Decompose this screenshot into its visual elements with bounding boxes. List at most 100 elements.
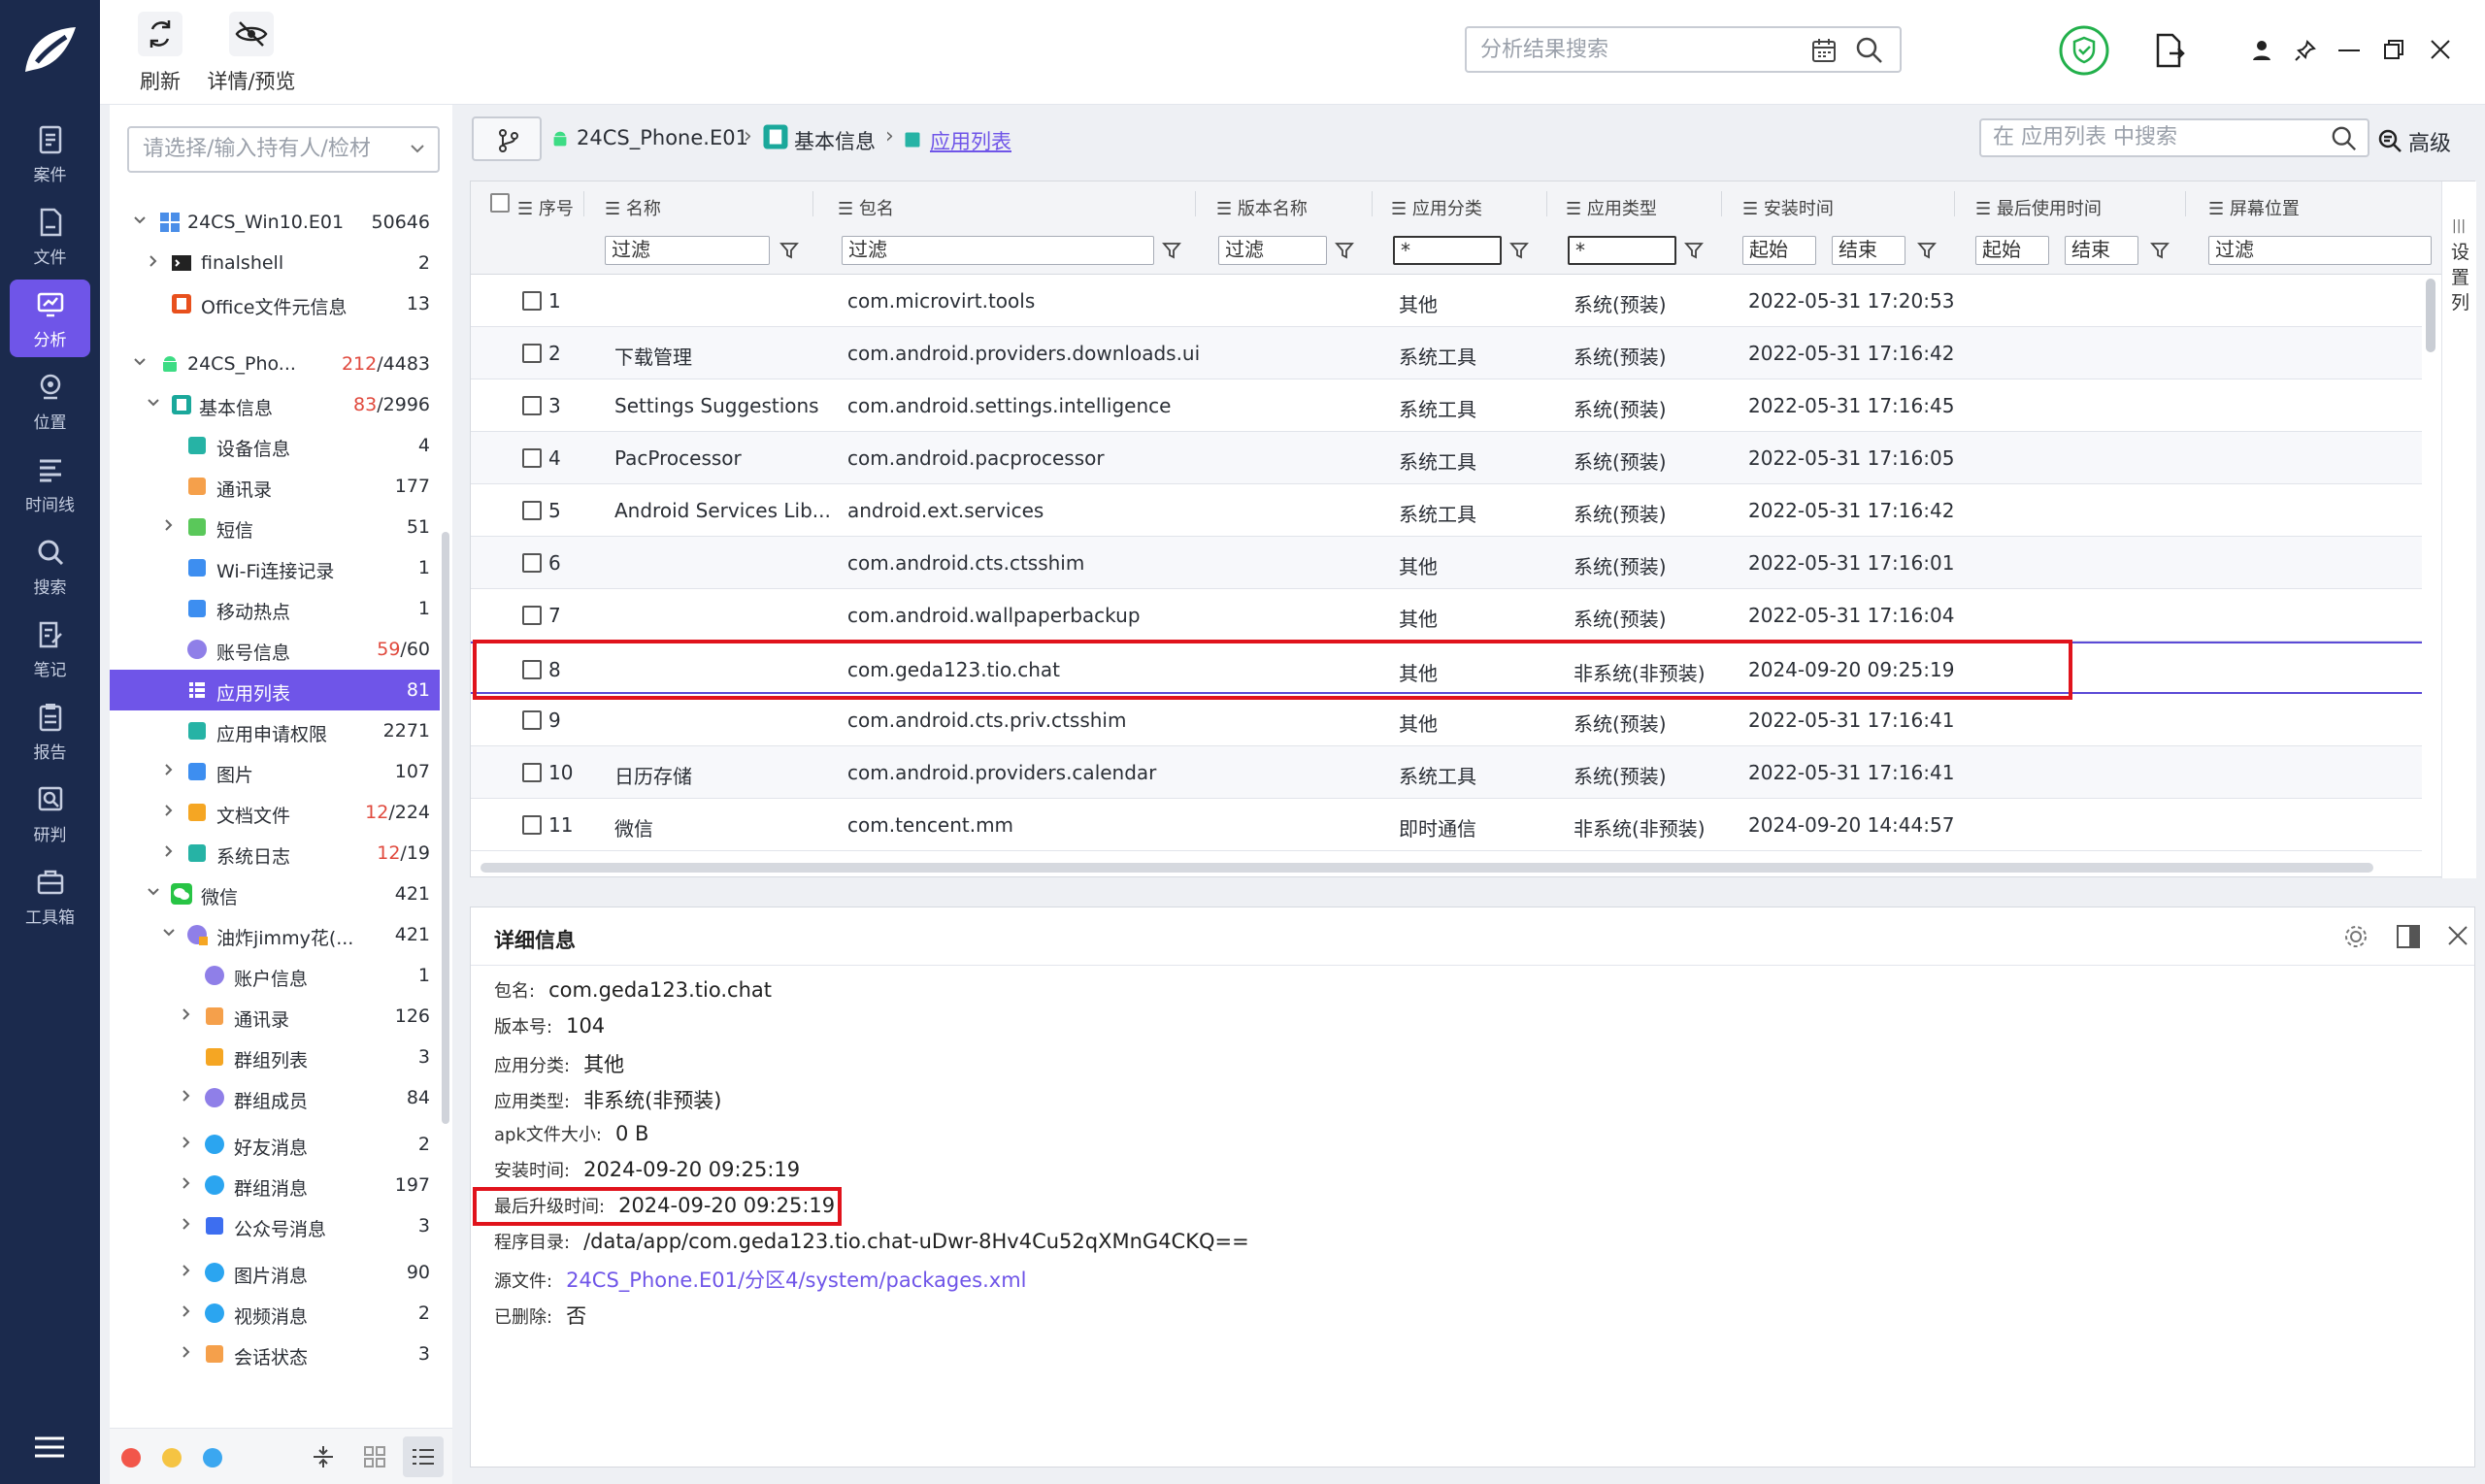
branch-button[interactable] [472, 116, 542, 161]
nav-location[interactable]: 位置 [10, 362, 90, 440]
col-header-last-use[interactable]: ☰ 最后使用时间 [1975, 195, 2102, 220]
chevron-right-icon[interactable] [180, 1176, 193, 1190]
table-row[interactable]: 7 com.android.wallpaperbackup 其他 系统(预装) … [471, 589, 2422, 642]
tree-item-finalshell[interactable]: finalshell 2 [110, 243, 440, 283]
tree-item-syslog[interactable]: 系统日志 12/19 [110, 833, 440, 874]
col-header-install-time[interactable]: ☰ 安装时间 [1742, 195, 1834, 220]
breadcrumb-device[interactable]: 24CS_Phone.E01 [577, 126, 748, 149]
tree-item-wechat-user[interactable]: 油炸jimmy花(... 421 [110, 914, 440, 955]
close-icon[interactable] [2447, 925, 2468, 946]
list-view-button[interactable] [403, 1436, 444, 1477]
filter-icon[interactable] [779, 241, 799, 260]
breadcrumb-current[interactable]: 应用列表 [930, 126, 1011, 155]
filter-icon[interactable] [1684, 241, 1704, 260]
tree-item-wx-members[interactable]: 群组成员 84 [110, 1077, 440, 1118]
restore-icon[interactable] [2383, 39, 2404, 60]
row-checkbox[interactable] [522, 815, 542, 835]
col-header-type[interactable]: ☰ 应用类型 [1566, 195, 1657, 220]
panel-layout-icon[interactable] [2395, 923, 2422, 950]
filter-lastuse-start[interactable]: 起始 [1975, 236, 2049, 265]
nav-analysis[interactable]: 分析 [10, 280, 90, 357]
nav-note[interactable]: 笔记 [10, 610, 90, 687]
chevron-down-icon[interactable] [162, 926, 176, 940]
filter-icon[interactable] [2150, 241, 2170, 260]
col-header-screen[interactable]: ☰ 屏幕位置 [2208, 195, 2300, 220]
list-search-input[interactable] [1993, 125, 2303, 149]
user-icon[interactable] [2250, 39, 2273, 62]
tree-item-sms[interactable]: 短信 51 [110, 507, 440, 547]
tree-item-wx-image-msg[interactable]: 图片消息 90 [110, 1252, 440, 1293]
search-icon[interactable] [2331, 125, 2358, 152]
tree-item-wx-official-msg[interactable]: 公众号消息 3 [110, 1205, 440, 1246]
table-row[interactable]: 6 com.android.cts.ctsshim 其他 系统(预装) 2022… [471, 537, 2422, 589]
row-checkbox[interactable] [522, 710, 542, 730]
col-header-version[interactable]: ☰ 版本名称 [1216, 195, 1308, 220]
chevron-right-icon[interactable] [162, 804, 176, 817]
tree-item-win10[interactable]: 24CS_Win10.E01 50646 [110, 202, 440, 243]
collapse-icon[interactable] [312, 1444, 335, 1469]
close-icon[interactable] [2430, 39, 2451, 60]
tree-item-basic-info[interactable]: 基本信息 83/2996 [110, 384, 440, 425]
tree-item-device-info[interactable]: 设备信息 4 [110, 425, 440, 466]
breadcrumb-category[interactable]: 基本信息 [794, 126, 876, 155]
row-checkbox[interactable] [522, 344, 542, 363]
filter-icon[interactable] [1162, 241, 1181, 260]
row-checkbox[interactable] [522, 501, 542, 520]
export-icon[interactable] [2150, 32, 2187, 69]
tree-item-office-meta[interactable]: Office文件元信息 13 [110, 283, 440, 324]
chevron-right-icon[interactable] [180, 1345, 193, 1359]
tree-item-hotspot[interactable]: 移动热点 1 [110, 588, 440, 629]
filter-category[interactable]: * [1393, 236, 1502, 265]
filter-screen[interactable]: 过滤 [2208, 236, 2432, 265]
table-row[interactable]: 4 PacProcessor com.android.pacprocessor … [471, 432, 2422, 484]
chevron-right-icon[interactable] [180, 1304, 193, 1318]
row-checkbox[interactable] [522, 763, 542, 782]
table-row[interactable]: 1 com.microvirt.tools 其他 系统(预装) 2022-05-… [471, 275, 2422, 327]
search-icon[interactable] [1855, 36, 1884, 65]
table-vertical-scrollbar[interactable] [2426, 279, 2435, 352]
table-horizontal-scrollbar[interactable] [480, 863, 2373, 873]
tree-item-wechat[interactable]: 微信 421 [110, 874, 440, 914]
filter-lastuse-end[interactable]: 结束 [2065, 236, 2138, 265]
table-row[interactable]: 3 Settings Suggestions com.android.setti… [471, 379, 2422, 432]
tree-item-wx-session[interactable]: 会话状态 3 [110, 1334, 440, 1374]
filter-version[interactable]: 过滤 [1218, 236, 1327, 265]
chevron-right-icon[interactable] [147, 254, 160, 268]
nav-toolbox[interactable]: 工具箱 [10, 857, 90, 935]
grid-view-icon[interactable] [364, 1446, 385, 1468]
chevron-right-icon[interactable] [162, 844, 176, 858]
filter-package[interactable]: 过滤 [842, 236, 1154, 265]
filter-icon[interactable] [1917, 241, 1937, 260]
chevron-right-icon[interactable] [180, 1217, 193, 1231]
table-row[interactable]: 5 Android Services Lib... android.ext.se… [471, 484, 2422, 537]
col-header-package[interactable]: ☰ 包名 [838, 195, 894, 220]
col-header-category[interactable]: ☰ 应用分类 [1391, 195, 1482, 220]
tree-item-wx-contacts[interactable]: 通讯录 126 [110, 996, 440, 1037]
source-file-link[interactable]: 24CS_Phone.E01/分区4/system/packages.xml [566, 1269, 1026, 1292]
select-all-checkbox[interactable] [490, 193, 510, 213]
filter-icon[interactable] [1335, 241, 1354, 260]
chevron-right-icon[interactable] [180, 1264, 193, 1277]
table-row[interactable]: 2 下载管理 com.android.providers.downloads.u… [471, 327, 2422, 379]
menu-icon[interactable] [35, 1436, 64, 1458]
chevron-right-icon[interactable] [162, 763, 176, 776]
tree-item-wx-account[interactable]: 账户信息 1 [110, 955, 440, 996]
nav-report[interactable]: 报告 [10, 692, 90, 770]
tree-item-phone[interactable]: 24CS_Pho... 212/4483 [110, 344, 440, 384]
chevron-down-icon[interactable] [133, 214, 147, 227]
chevron-down-icon[interactable] [147, 885, 160, 899]
column-settings-panel[interactable]: ||| 设置列 [2441, 181, 2476, 878]
chevron-right-icon[interactable] [180, 1089, 193, 1103]
detail-preview-button[interactable]: 详情/预览 [203, 12, 300, 95]
filter-install-start[interactable]: 起始 [1742, 236, 1816, 265]
table-row[interactable]: 10 日历存储 com.android.providers.calendar 系… [471, 746, 2422, 799]
row-checkbox[interactable] [522, 291, 542, 311]
row-checkbox[interactable] [522, 553, 542, 573]
red-dot-icon[interactable] [121, 1448, 141, 1468]
col-header-name[interactable]: ☰ 名称 [605, 195, 661, 220]
tree-item-wx-groups[interactable]: 群组列表 3 [110, 1037, 440, 1077]
nav-file[interactable]: 文件 [10, 197, 90, 275]
chevron-right-icon[interactable] [180, 1136, 193, 1149]
tree-item-wifi[interactable]: Wi-Fi连接记录 1 [110, 547, 440, 588]
global-search-input[interactable] [1480, 36, 1810, 63]
